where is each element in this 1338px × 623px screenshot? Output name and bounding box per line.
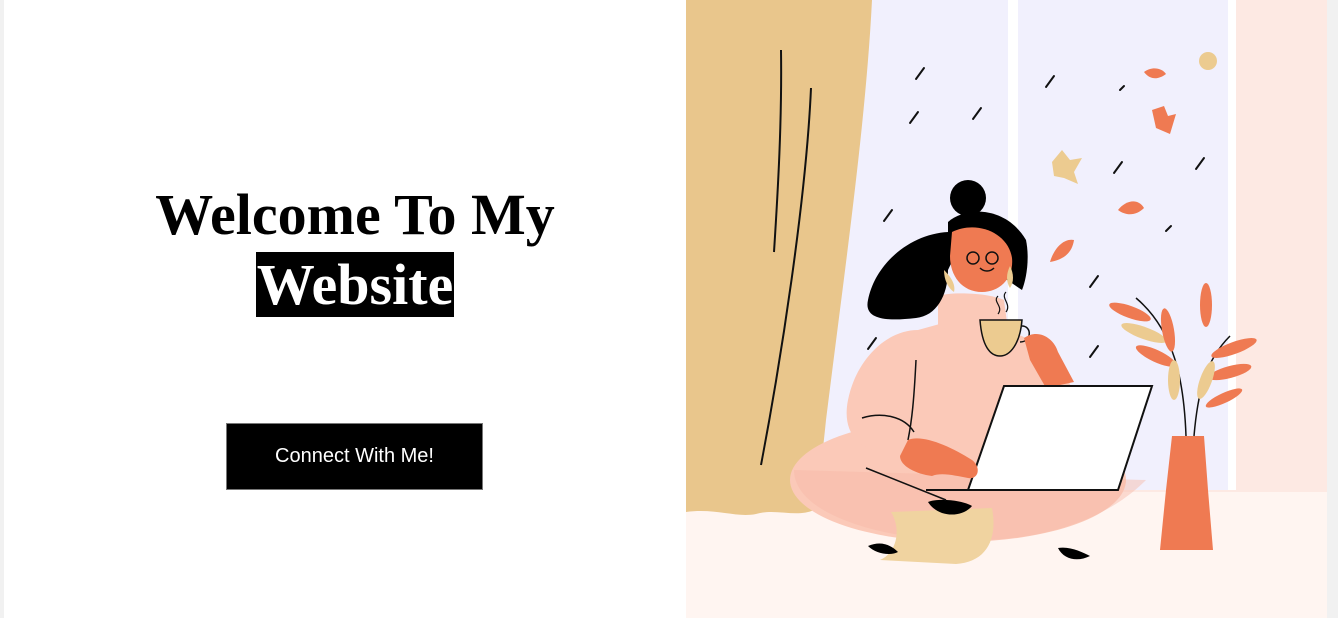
page-scrollbar[interactable] <box>1327 0 1338 618</box>
connect-button[interactable]: Connect With Me! <box>226 423 483 490</box>
hero-title: Welcome To My Website <box>0 180 710 320</box>
woman-with-laptop-illustration <box>686 0 1327 618</box>
hero-illustration <box>686 0 1327 618</box>
hero-title-line1: Welcome To My <box>155 182 555 247</box>
woman-socks <box>880 508 994 564</box>
hero-title-highlight: Website <box>255 252 455 317</box>
hero-section: Welcome To My Website Connect With Me! <box>0 0 686 618</box>
window-frame-right <box>1228 0 1236 490</box>
